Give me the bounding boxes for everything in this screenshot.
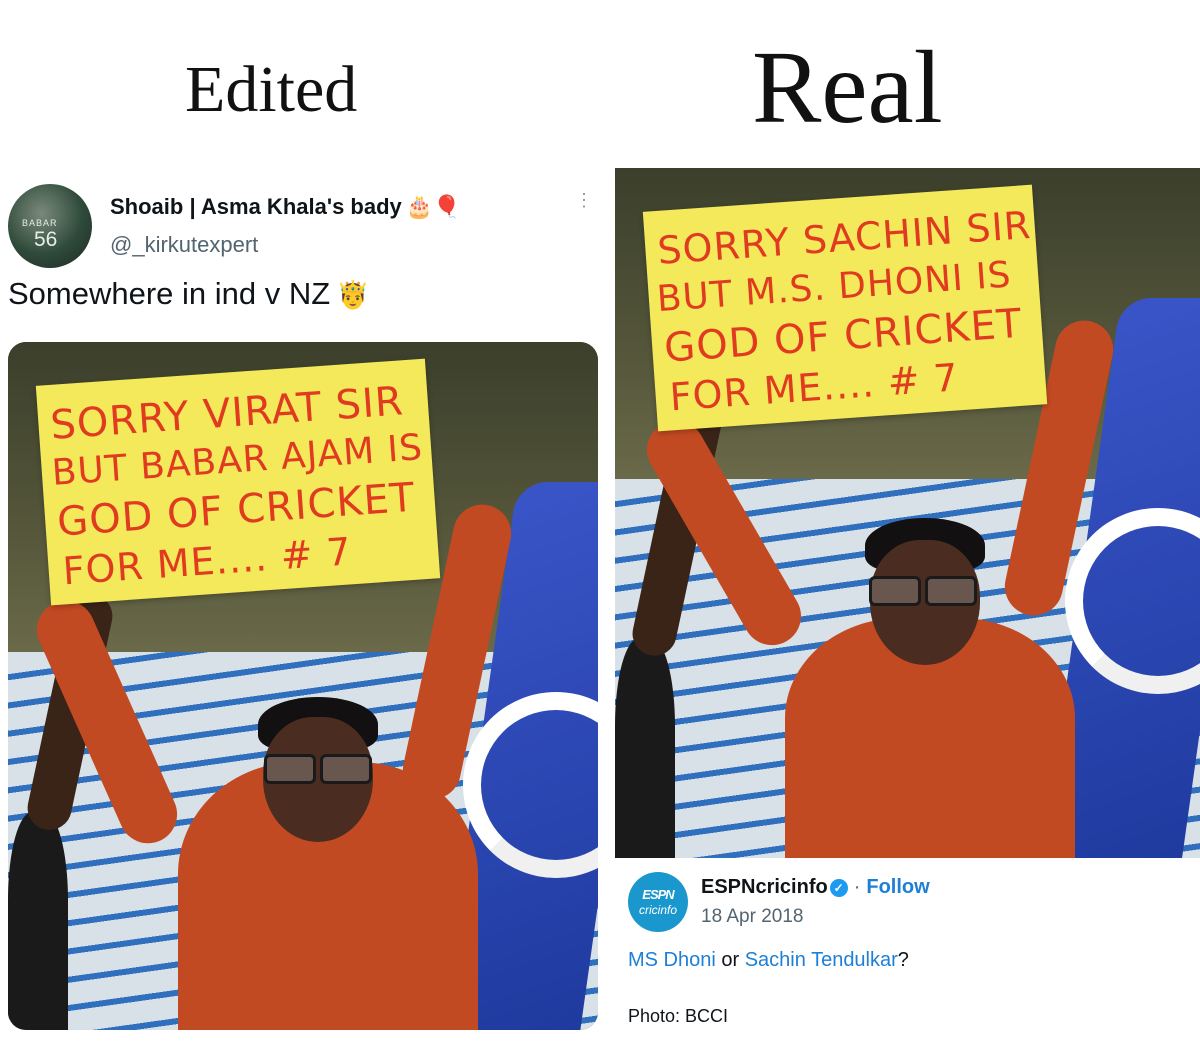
more-options-icon[interactable]: ⋮ — [575, 191, 593, 209]
post-text-mid: or — [715, 949, 745, 971]
logo-bottom-text: cricinfo — [638, 903, 677, 917]
edited-heading: Edited — [185, 53, 358, 126]
espncricinfo-logo[interactable]: ESPN cricinfo — [628, 872, 688, 932]
avatar[interactable]: BABAR 56 — [8, 184, 92, 268]
verified-icon: ✓ — [829, 878, 848, 897]
ms-dhoni-link[interactable]: MS Dhoni — [628, 949, 716, 971]
follow-button[interactable]: Follow — [866, 876, 929, 898]
sign: SORRY VIRAT SIR BUT BABAR AJAM IS GOD OF… — [35, 358, 441, 606]
prince-emoji: 🤴 — [336, 280, 370, 310]
separator-dot: · — [853, 876, 861, 898]
background-person — [615, 638, 675, 858]
display-name-text: Shoaib | Asma Khala's bady — [110, 194, 402, 219]
real-heading: Real — [752, 30, 943, 145]
tweet-photo[interactable]: SORRY VIRAT SIR BUT BABAR AJAM IS GOD OF… — [8, 342, 598, 1030]
glasses-left-lens — [869, 576, 921, 606]
background-person — [8, 812, 68, 1030]
glasses-left-lens — [264, 754, 316, 784]
post-text: MS Dhoni or Sachin Tendulkar? — [628, 949, 909, 972]
post-date[interactable]: 18 Apr 2018 — [701, 906, 803, 928]
tweet-text: Somewhere in ind v NZ 🤴 — [8, 276, 370, 312]
glasses-right-lens — [320, 754, 372, 784]
espn-post: ESPN cricinfo ESPNcricinfo ✓ · Follow 18 Ap… — [615, 858, 1200, 1064]
avatar-jersey-number: 56 — [34, 228, 58, 251]
name-emojis: 🎂🎈 — [405, 194, 461, 219]
account-name[interactable]: ESPNcricinfo — [701, 876, 828, 898]
post-text-end: ? — [897, 949, 909, 971]
edited-tweet: BABAR 56 Shoaib | Asma Khala's bady 🎂🎈 @_… — [0, 170, 603, 1050]
sign: SORRY SACHIN SIR BUT M.S. DHONI IS GOD O… — [642, 184, 1048, 432]
photo-credit: Photo: BCCI — [628, 1006, 729, 1026]
account-row: ESPNcricinfo ✓ · Follow — [701, 876, 930, 899]
real-photo[interactable]: SORRY SACHIN SIR BUT M.S. DHONI IS GOD O… — [615, 168, 1200, 858]
tweet-text-body: Somewhere in ind v NZ — [8, 276, 331, 311]
avatar-jersey-name: BABAR — [22, 218, 58, 228]
sachin-tendulkar-link[interactable]: Sachin Tendulkar — [745, 949, 898, 971]
logo-top-text: ESPN — [642, 887, 674, 902]
tweet-display-name[interactable]: Shoaib | Asma Khala's bady 🎂🎈 — [110, 194, 461, 220]
glasses-right-lens — [925, 576, 977, 606]
tweet-handle[interactable]: @_kirkutexpert — [110, 232, 258, 258]
